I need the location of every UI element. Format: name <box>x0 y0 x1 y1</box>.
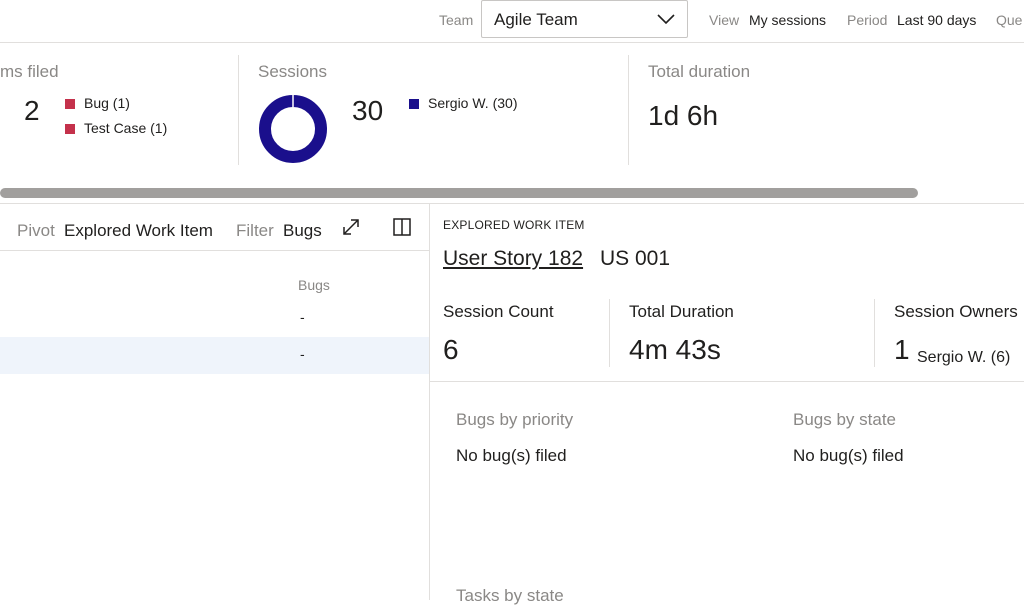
table-row[interactable]: - <box>0 300 429 337</box>
bugs-column-header[interactable]: Bugs <box>298 277 330 293</box>
work-item-id: US 001 <box>600 247 671 270</box>
legend-bug: Bug (1) <box>84 95 130 111</box>
view-selector[interactable]: My sessions <box>749 12 826 28</box>
team-dropdown-value: Agile Team <box>494 10 578 29</box>
stat-divider <box>609 299 610 367</box>
table-row-selected[interactable]: - <box>0 337 429 374</box>
stats-divider <box>430 381 1024 382</box>
legend-sergio: Sergio W. (30) <box>428 95 518 111</box>
sessions-count: 30 <box>352 95 384 126</box>
session-owners-label: Session Owners <box>894 302 1018 321</box>
bugs-by-priority-title: Bugs by priority <box>456 410 574 429</box>
session-owner-name: Sergio W. (6) <box>917 349 1011 366</box>
filter-selector[interactable]: Bugs <box>283 221 322 241</box>
items-filed-count: 2 <box>24 95 40 126</box>
stat-divider <box>874 299 875 367</box>
row-bugs-cell: - <box>300 346 305 362</box>
team-dropdown[interactable]: Agile Team <box>481 0 688 38</box>
toolbar-divider <box>0 250 429 251</box>
summary-divider <box>628 55 629 165</box>
sessions-title: Sessions <box>258 62 327 81</box>
row-bugs-cell: - <box>300 309 305 325</box>
pane-splitter[interactable] <box>429 204 430 600</box>
horizontal-scrollbar[interactable] <box>0 188 918 198</box>
items-filed-title: ms filed <box>0 62 59 81</box>
legend-test-case: Test Case (1) <box>84 120 168 136</box>
filter-bar: Team Agile Team View My sessions Period … <box>0 0 1024 43</box>
query-label[interactable]: Que <box>996 12 1022 28</box>
bug-legend-swatch <box>65 99 75 109</box>
chevron-down-icon <box>657 14 675 25</box>
total-duration-value: 1d 6h <box>648 100 719 131</box>
total-duration-label: Total Duration <box>629 302 734 321</box>
bugs-by-priority-empty: No bug(s) filed <box>456 446 567 465</box>
sessions-donut-chart[interactable] <box>257 93 329 165</box>
total-duration-title: Total duration <box>648 62 751 81</box>
section-divider <box>0 203 1024 204</box>
view-label: View <box>709 12 740 28</box>
total-duration-stat: 4m 43s <box>629 334 721 365</box>
bugs-by-state-title: Bugs by state <box>793 410 897 429</box>
summary-divider <box>238 55 239 165</box>
filter-label: Filter <box>236 221 274 240</box>
session-owners-count: 1 <box>894 334 910 365</box>
test-case-legend-swatch <box>65 124 75 134</box>
session-count-label: Session Count <box>443 302 554 321</box>
period-selector[interactable]: Last 90 days <box>897 12 976 28</box>
tasks-by-state-title: Tasks by state <box>456 586 564 605</box>
period-label: Period <box>847 12 888 28</box>
pivot-selector[interactable]: Explored Work Item <box>64 221 213 241</box>
work-item-link[interactable]: User Story 182 <box>443 247 583 271</box>
team-label: Team <box>439 12 474 28</box>
bugs-by-state-empty: No bug(s) filed <box>793 446 904 465</box>
pivot-label: Pivot <box>17 221 55 240</box>
sergio-legend-swatch <box>409 99 419 109</box>
detail-eyebrow: EXPLORED WORK ITEM <box>443 218 585 232</box>
session-count-value: 6 <box>443 334 459 365</box>
split-pane-icon[interactable] <box>393 218 411 236</box>
expand-icon[interactable] <box>342 218 360 236</box>
